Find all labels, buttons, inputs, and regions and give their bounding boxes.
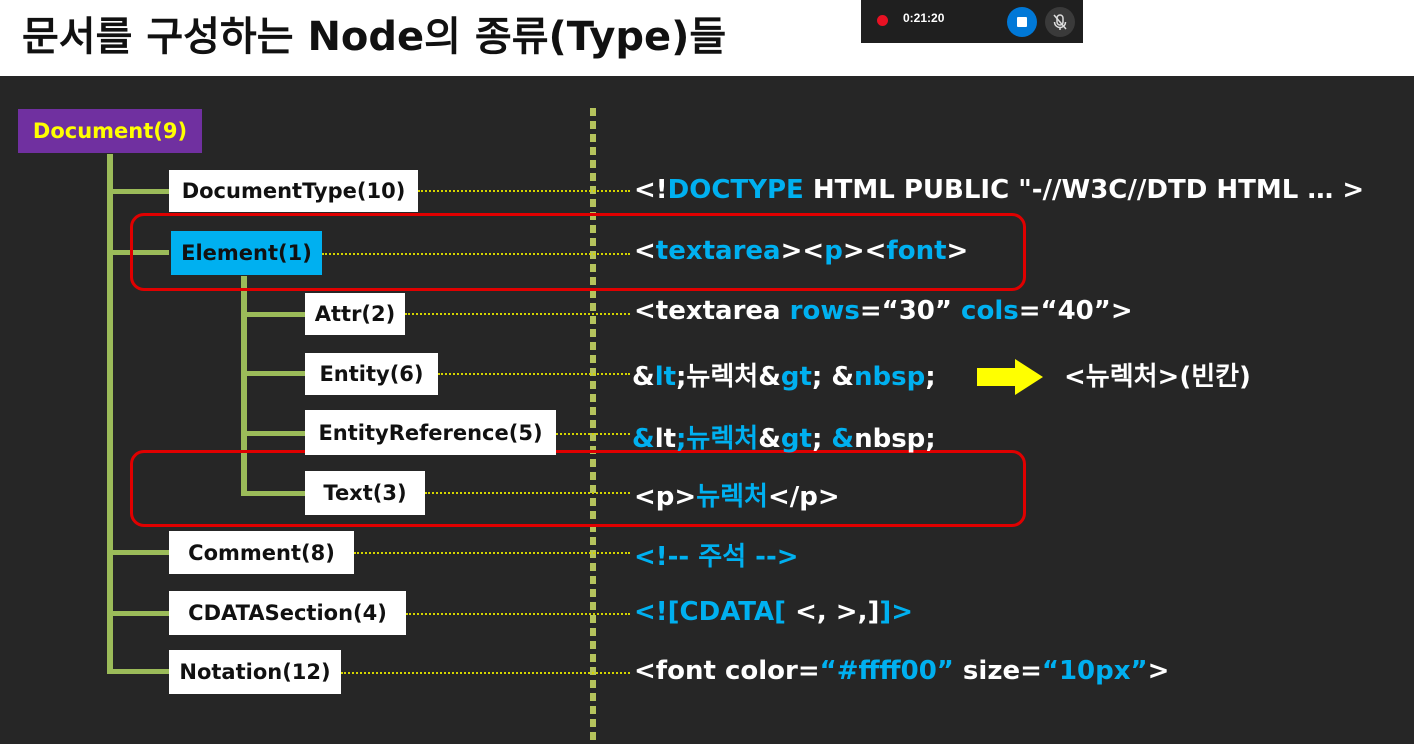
separator-line xyxy=(590,108,596,744)
arrow-right-icon xyxy=(977,359,1043,395)
leader-line xyxy=(556,433,630,435)
example-element: <textarea><p><font> xyxy=(634,236,969,266)
tree-branch xyxy=(107,189,169,194)
node-comment: Comment(8) xyxy=(169,531,354,574)
node-element: Element(1) xyxy=(171,231,322,275)
entity-result: <뉴렉처>(빈칸) xyxy=(1064,362,1251,392)
node-entity: Entity(6) xyxy=(305,353,438,395)
example-entity: &lt;뉴렉처&gt; &nbsp; xyxy=(632,362,936,392)
tree-branch xyxy=(241,371,305,376)
example-entityreference: &lt;뉴렉처&gt; &nbsp; xyxy=(632,424,936,454)
slide-title: 문서를 구성하는 Node의 종류(Type)들 xyxy=(22,14,727,60)
title-bar: 문서를 구성하는 Node의 종류(Type)들 xyxy=(0,0,1414,76)
example-comment: <!-- 주석 --> xyxy=(634,542,799,572)
node-entityreference: EntityReference(5) xyxy=(305,410,556,455)
tree-branch xyxy=(107,669,169,674)
tree-branch xyxy=(107,550,169,555)
node-text: Text(3) xyxy=(305,471,425,515)
leader-line xyxy=(341,672,630,674)
example-notation: <font color=“#ffff00” size=“10px”> xyxy=(634,656,1170,686)
node-cdatasection: CDATASection(4) xyxy=(169,591,406,635)
diagram-slide: Document(9) DocumentType(10) Element(1) … xyxy=(0,76,1414,744)
tree-branch xyxy=(107,611,169,616)
tree-branch xyxy=(241,431,305,436)
recording-widget: 0:21:20 xyxy=(861,0,1083,43)
node-document: Document(9) xyxy=(18,109,202,153)
leader-line xyxy=(438,373,630,375)
tree-branch xyxy=(241,312,305,317)
record-icon xyxy=(877,15,888,26)
stop-icon[interactable] xyxy=(1007,7,1037,37)
mic-muted-icon[interactable] xyxy=(1045,7,1075,37)
recording-time: 0:21:20 xyxy=(903,11,945,25)
example-doctype: <!DOCTYPE HTML PUBLIC "-//W3C//DTD HTML … xyxy=(634,175,1365,205)
node-documenttype: DocumentType(10) xyxy=(169,170,418,212)
example-cdata: <![CDATA[ <, >,]]> xyxy=(634,597,913,627)
example-text: <p>뉴렉처</p> xyxy=(634,482,840,512)
example-attr: <textarea rows=“30” cols=“40”> xyxy=(634,296,1133,326)
leader-line xyxy=(405,313,630,315)
text-highlight-box xyxy=(130,450,1026,527)
leader-line xyxy=(406,613,630,615)
node-attr: Attr(2) xyxy=(305,293,405,335)
leader-line xyxy=(354,552,630,554)
node-notation: Notation(12) xyxy=(169,650,341,694)
tree-stem-root xyxy=(107,154,113,674)
leader-line xyxy=(418,190,630,192)
